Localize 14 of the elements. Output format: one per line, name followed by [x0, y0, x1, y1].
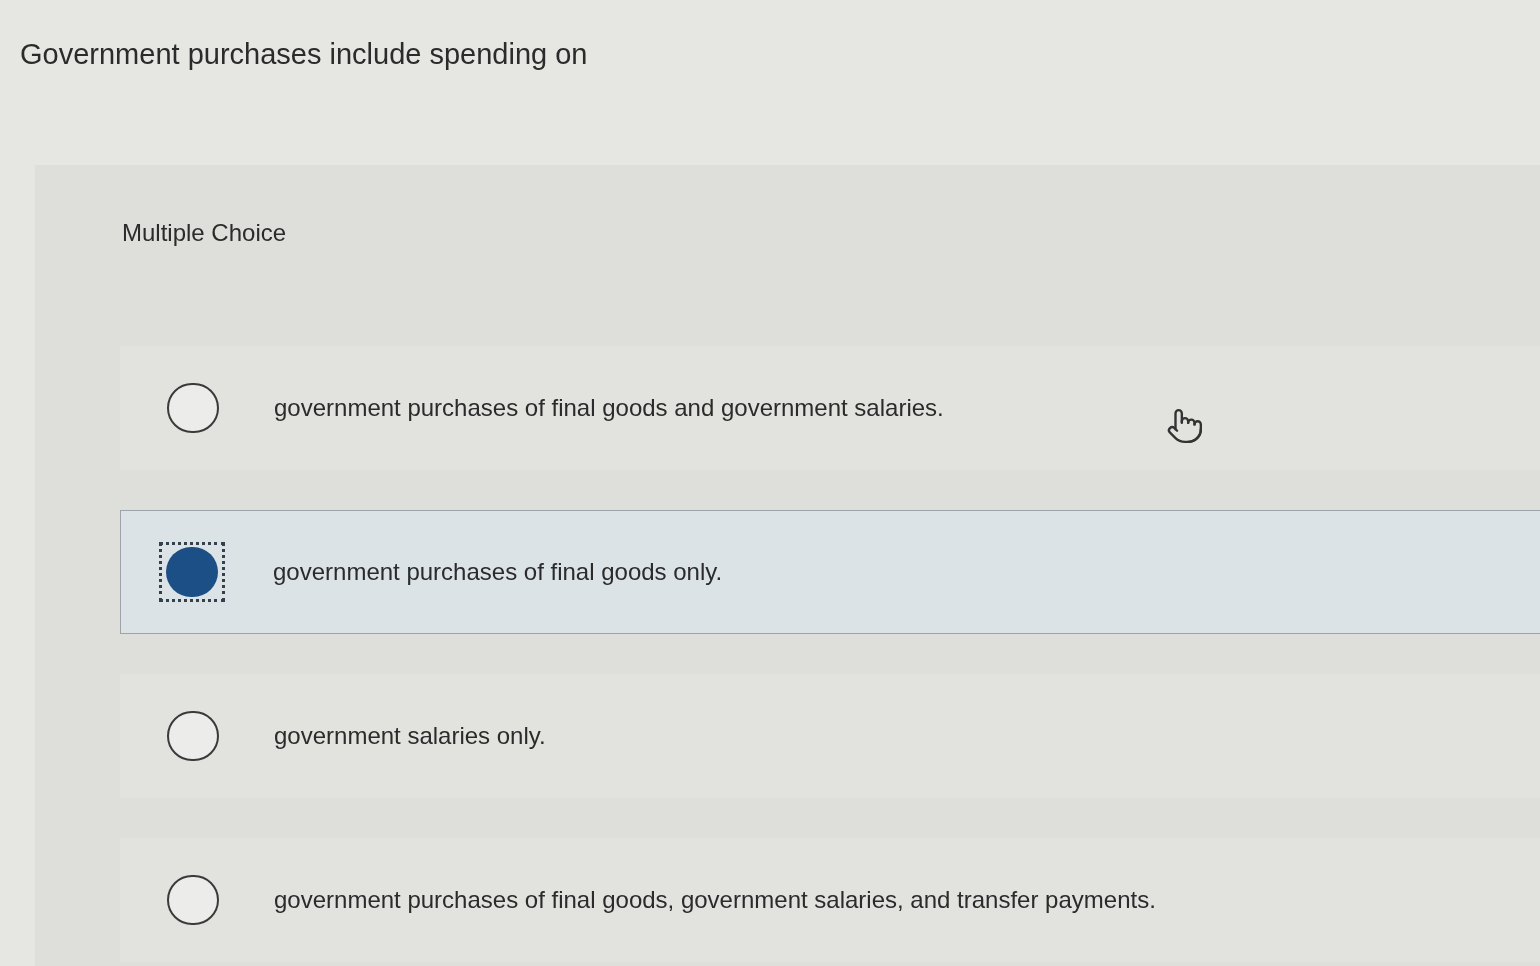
- radio-button[interactable]: [167, 711, 219, 761]
- answer-option[interactable]: government purchases of final goods only.: [120, 510, 1540, 634]
- option-text: government purchases of final goods and government salaries.: [274, 393, 944, 423]
- option-text: government purchases of final goods, government salaries, and transfer payments.: [274, 885, 1156, 915]
- option-text: government salaries only.: [274, 721, 546, 751]
- radio-button[interactable]: [159, 542, 225, 602]
- radio-button[interactable]: [167, 383, 219, 433]
- answer-option[interactable]: government salaries only.: [120, 674, 1540, 798]
- question-text: Government purchases include spending on: [20, 38, 588, 70]
- answer-option[interactable]: government purchases of final goods and government salaries.: [120, 346, 1540, 470]
- answer-option[interactable]: government purchases of final goods, government salaries, and transfer payments.: [120, 838, 1540, 962]
- radio-button[interactable]: [167, 875, 219, 925]
- option-text: government purchases of final goods only.: [273, 557, 723, 587]
- question-type-label: Multiple Choice: [122, 219, 287, 246]
